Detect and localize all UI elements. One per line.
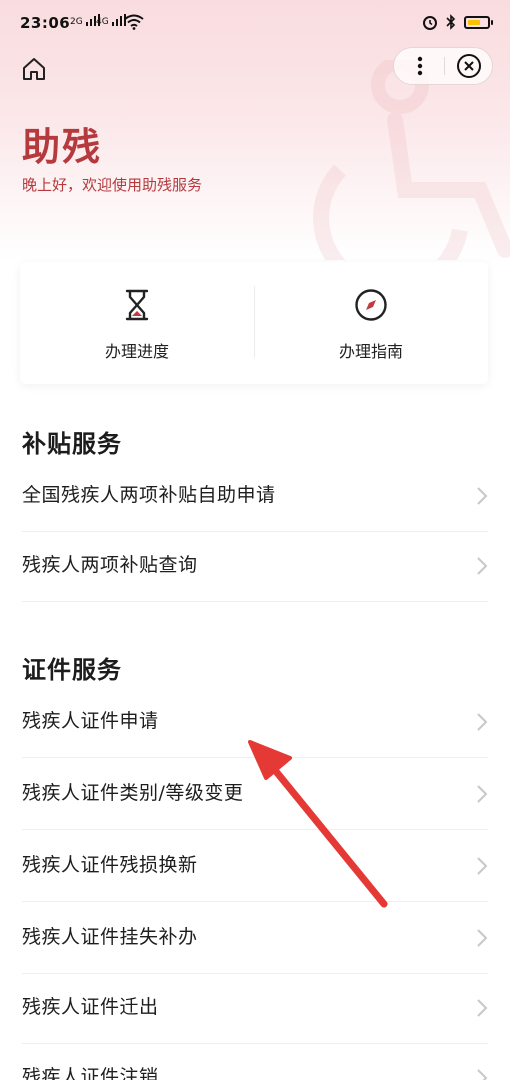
home-icon[interactable] <box>20 55 48 83</box>
list-item-label: 残疾人证件申请 <box>22 710 159 732</box>
alarm-icon <box>423 16 437 30</box>
list-item-label: 残疾人证件注销 <box>22 1066 159 1080</box>
list-item[interactable]: 残疾人证件申请 <box>22 688 488 758</box>
guide-action[interactable]: 办理指南 <box>254 262 488 384</box>
list-item[interactable]: 残疾人证件迁出 <box>22 974 488 1044</box>
hourglass-icon <box>125 289 149 321</box>
compass-icon <box>355 289 387 321</box>
progress-action-label: 办理进度 <box>104 342 169 361</box>
chevron-right-icon <box>477 487 488 505</box>
bluetooth-icon <box>446 14 456 30</box>
list-item[interactable]: 残疾人证件残损换新 <box>22 832 488 902</box>
status-bar: 23:06 2G 4G <box>0 0 510 48</box>
signal-4g: 4G <box>96 14 126 27</box>
list-item[interactable]: 残疾人两项补贴查询 <box>22 532 488 602</box>
guide-action-label: 办理指南 <box>338 342 403 361</box>
page-title: 助残 <box>22 125 103 169</box>
list-item-label: 全国残疾人两项补贴自助申请 <box>22 484 276 506</box>
list-item-label: 残疾人证件挂失补办 <box>22 926 198 948</box>
list-item-label: 残疾人证件迁出 <box>22 996 159 1018</box>
status-right <box>422 14 493 30</box>
section-title-certificate: 证件服务 <box>22 656 122 684</box>
more-options-icon[interactable] <box>406 54 434 78</box>
list-item[interactable]: 残疾人证件类别/等级变更 <box>22 760 488 830</box>
list-item[interactable]: 残疾人证件挂失补办 <box>22 904 488 974</box>
list-item-label: 残疾人两项补贴查询 <box>22 554 198 576</box>
chevron-right-icon <box>477 785 488 803</box>
chevron-right-icon <box>477 1069 488 1080</box>
accessibility-watermark-icon <box>313 60 510 260</box>
list-item-label: 残疾人证件残损换新 <box>22 854 198 876</box>
battery-icon <box>464 15 493 29</box>
list-item[interactable]: 全国残疾人两项补贴自助申请 <box>22 462 488 532</box>
chevron-right-icon <box>477 857 488 875</box>
wifi-icon <box>124 14 144 30</box>
chevron-right-icon <box>477 713 488 731</box>
list-item-label: 残疾人证件类别/等级变更 <box>22 782 244 804</box>
chevron-right-icon <box>477 929 488 947</box>
chevron-right-icon <box>477 999 488 1017</box>
status-time: 23:06 <box>20 14 71 32</box>
close-icon[interactable] <box>456 53 482 79</box>
chevron-right-icon <box>477 557 488 575</box>
capsule-divider <box>444 57 445 75</box>
page-subtitle: 晚上好，欢迎使用助残服务 <box>22 176 203 194</box>
progress-action[interactable]: 办理进度 <box>20 262 254 384</box>
section-title-subsidy: 补贴服务 <box>22 430 122 458</box>
quick-actions-card: 办理进度 办理指南 <box>20 262 488 384</box>
list-item[interactable]: 残疾人证件注销 <box>22 1044 488 1080</box>
mini-program-capsule <box>393 47 493 85</box>
